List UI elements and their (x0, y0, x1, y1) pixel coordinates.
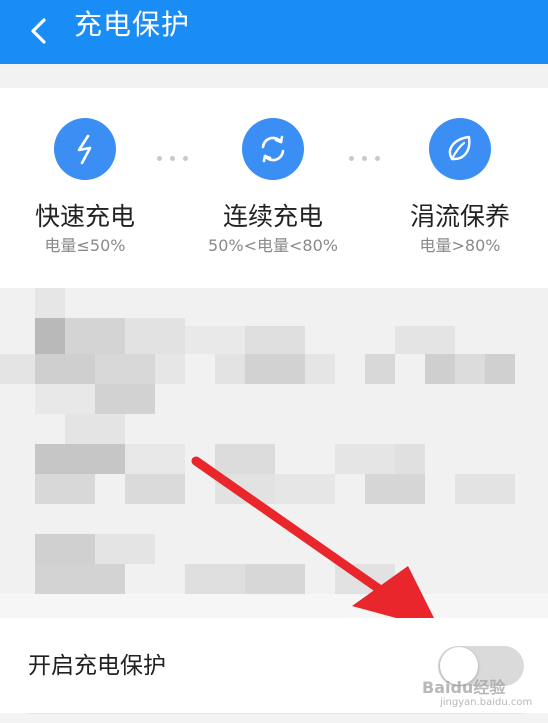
red-arrow-annotation (191, 456, 440, 630)
watermark-brand: Baidu经验 (422, 678, 506, 697)
row-divider (28, 713, 523, 714)
setting-label: 开启充电保护 (28, 653, 166, 679)
watermark-url: jingyan.baidu.com (440, 697, 533, 708)
